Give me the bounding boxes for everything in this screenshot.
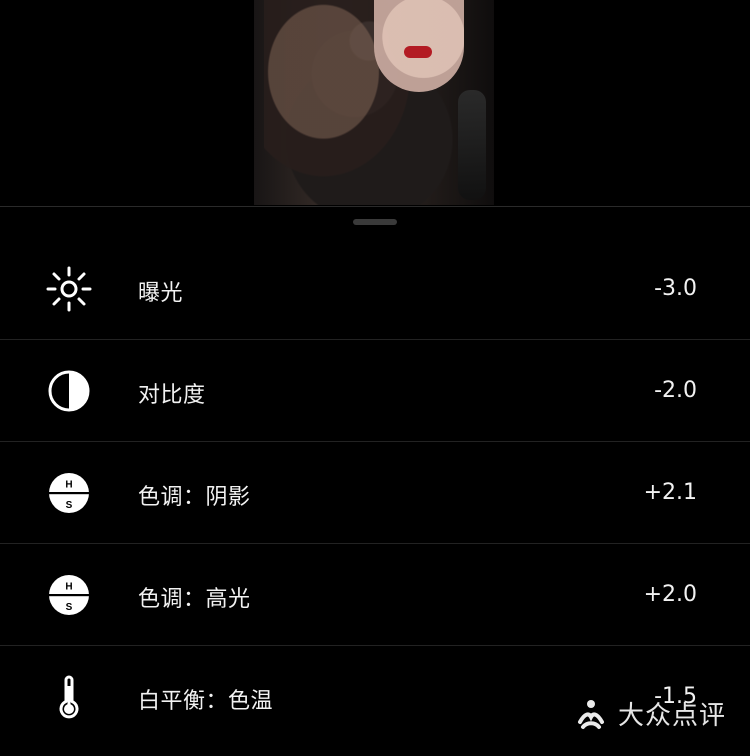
sheet-drag-handle[interactable] — [353, 219, 397, 225]
panel-top-divider — [0, 206, 750, 207]
photo-preview — [254, 0, 494, 205]
adjustment-value: +2.0 — [643, 582, 697, 607]
thermometer-icon — [59, 675, 79, 719]
contrast-icon — [48, 370, 90, 412]
svg-text:H: H — [65, 480, 72, 491]
adjustment-label: 色调：高光 — [138, 587, 251, 612]
adjustment-row-exposure[interactable]: 曝光 -3.0 — [0, 238, 750, 340]
adjustment-value: +2.1 — [643, 480, 697, 505]
adjustment-label: 曝光 — [138, 281, 184, 306]
adjustment-value: -3.0 — [654, 276, 697, 301]
adjustment-value: -2.0 — [654, 378, 697, 403]
svg-text:H: H — [65, 582, 72, 593]
adjustment-label: 色调：阴影 — [138, 485, 251, 510]
svg-text:S: S — [66, 500, 73, 511]
adjustment-label: 白平衡：色温 — [138, 689, 274, 714]
adjustment-row-white-balance-temp[interactable]: 白平衡：色温 -1.5 — [0, 646, 750, 756]
hs-icon: H S — [49, 575, 89, 615]
adjustment-row-contrast[interactable]: 对比度 -2.0 — [0, 340, 750, 442]
adjustment-row-tone-highlights[interactable]: H S 色调：高光 +2.0 — [0, 544, 750, 646]
adjustment-value: -1.5 — [654, 684, 697, 709]
hs-icon: H S — [49, 473, 89, 513]
photo-stand — [458, 90, 486, 200]
photo-lips — [404, 46, 432, 58]
sun-icon — [46, 266, 92, 312]
adjustment-row-tone-shadows[interactable]: H S 色调：阴影 +2.1 — [0, 442, 750, 544]
adjustment-label: 对比度 — [138, 383, 206, 408]
svg-text:S: S — [66, 602, 73, 613]
adjustments-list: 曝光 -3.0 对比度 -2.0 H S 色调：阴影 +2.1 H S 色调：高… — [0, 238, 750, 756]
